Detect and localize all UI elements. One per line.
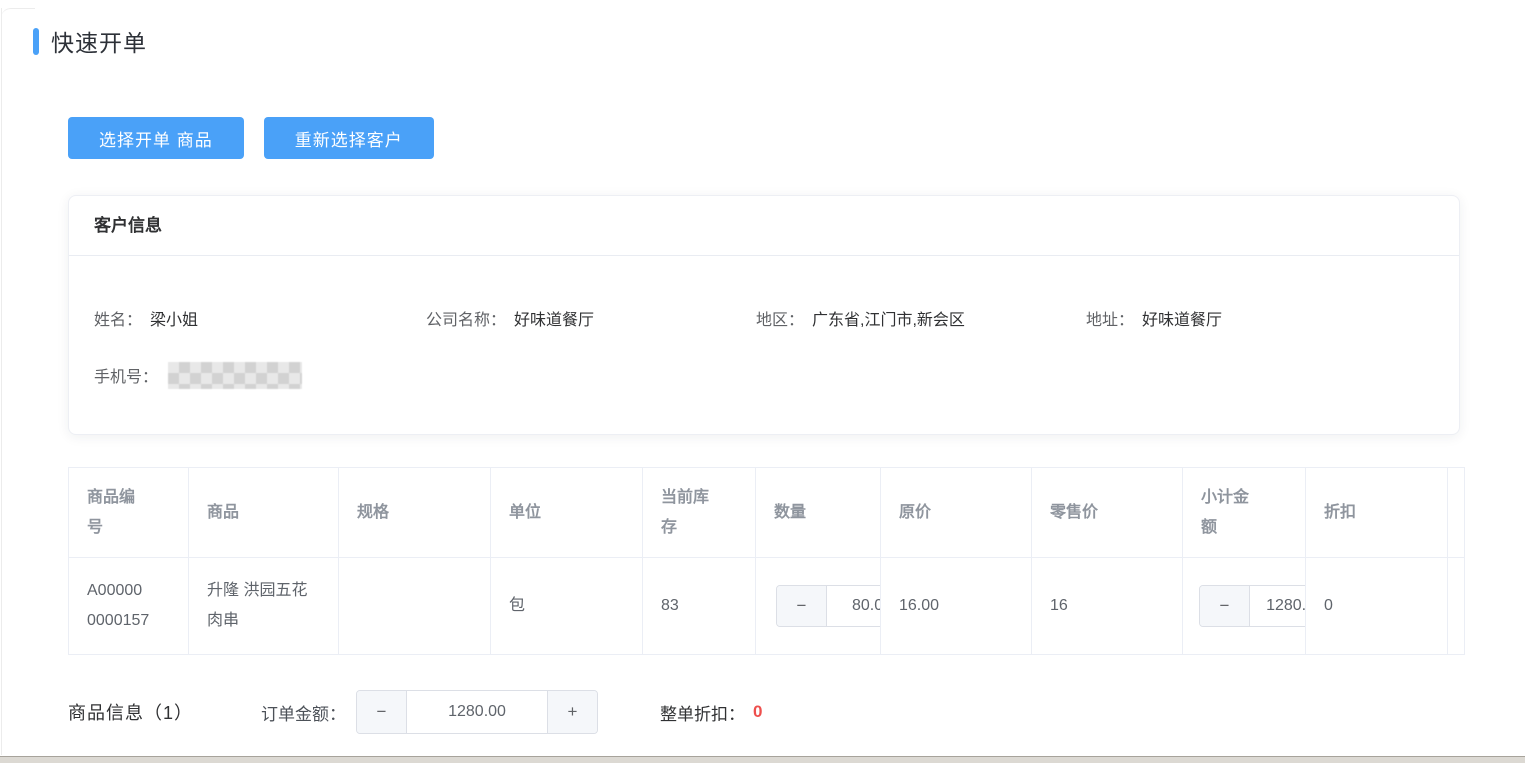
whole-discount-label: 整单折扣： (660, 704, 746, 724)
phone-masked-value (168, 362, 303, 390)
cell-empty (1447, 557, 1465, 655)
customer-fields-row2: 手机号： (94, 362, 1434, 390)
reselect-customer-button[interactable]: 重新选择客户 (263, 117, 434, 159)
page-header: 快速开单 (33, 24, 147, 58)
col-header-spec: 规格 (338, 467, 491, 558)
col-header-stock: 当前库存 (642, 467, 756, 558)
order-summary-bar: 商品信息（1） 订单金额： − + 整单折扣： 0 (68, 688, 762, 736)
cell-product-name: 升隆 洪园五花肉串 (188, 557, 339, 655)
customer-name-label: 姓名： (94, 312, 143, 329)
quantity-stepper-clip: − + (776, 559, 880, 654)
col-header-empty (1447, 467, 1465, 558)
customer-card-body: 姓名： 梁小姐 公司名称： 好味道餐厅 地区： 广东省,江门市,新会区 地址： 好味道餐… (69, 256, 1459, 390)
customer-address-value: 好味道餐厅 (1142, 312, 1223, 329)
subtotal-stepper-clip: − + (1199, 559, 1305, 654)
order-amount-increase-button[interactable]: + (547, 691, 598, 733)
cell-spec (338, 557, 491, 655)
customer-name-value: 梁小姐 (150, 312, 199, 329)
col-header-product-code: 商品编号 (68, 467, 189, 558)
cell-subtotal: − + (1182, 557, 1306, 655)
customer-region-field: 地区： 广东省,江门市,新会区 (756, 306, 1086, 330)
cell-discount: 0 (1305, 557, 1448, 655)
table-header-row: 商品编号 商品 规格 单位 当前库存 数量 原价 零售价 小计金额 折扣 (68, 467, 1465, 558)
customer-address-field: 地址： 好味道餐厅 (1086, 306, 1434, 330)
customer-phone-field: 手机号： (94, 362, 426, 390)
order-amount-stepper: − + (356, 690, 599, 734)
panel-corner-border (1, 8, 35, 20)
customer-card-header: 客户信息 (69, 196, 1459, 256)
items-count-label: 商品信息（1） (68, 703, 194, 723)
customer-card-title: 客户信息 (94, 216, 162, 235)
toolbar: 选择开单 商品 重新选择客户 (68, 117, 434, 159)
subtotal-decrease-button[interactable]: − (1200, 586, 1250, 626)
customer-fields-row1: 姓名： 梁小姐 公司名称： 好味道餐厅 地区： 广东省,江门市,新会区 地址： 好味道餐… (94, 306, 1434, 330)
panel-left-border (1, 8, 2, 755)
col-header-original-price: 原价 (880, 467, 1032, 558)
title-accent-bar (33, 27, 39, 55)
subtotal-stepper: − + (1199, 585, 1305, 627)
col-header-product: 商品 (188, 467, 339, 558)
order-amount-decrease-button[interactable]: − (357, 691, 408, 733)
whole-discount-value: 0 (753, 702, 763, 721)
col-header-discount: 折扣 (1305, 467, 1448, 558)
customer-company-label: 公司名称： (426, 312, 507, 329)
page-title: 快速开单 (51, 30, 147, 56)
customer-company-value: 好味道餐厅 (514, 312, 595, 329)
customer-region-label: 地区： (756, 312, 805, 329)
quantity-decrease-button[interactable]: − (777, 586, 827, 626)
col-header-quantity: 数量 (755, 467, 881, 558)
horizontal-scrollbar-track[interactable] (0, 756, 1525, 763)
cell-retail-price: 16 (1031, 557, 1183, 655)
product-row: A000000000157 升隆 洪园五花肉串 包 83 − + 16.00 1… (68, 557, 1465, 655)
cell-stock: 83 (642, 557, 756, 655)
col-header-retail-price: 零售价 (1031, 467, 1183, 558)
customer-name-field: 姓名： 梁小姐 (94, 306, 426, 330)
quick-order-page: 快速开单 选择开单 商品 重新选择客户 客户信息 姓名： 梁小姐 公司名称： 好味道… (0, 0, 1525, 763)
col-header-subtotal: 小计金额 (1182, 467, 1306, 558)
subtotal-input[interactable] (1250, 586, 1305, 626)
customer-info-card: 客户信息 姓名： 梁小姐 公司名称： 好味道餐厅 地区： 广东省,江门市,新会区 地址… (68, 195, 1460, 435)
col-header-unit: 单位 (490, 467, 643, 558)
cell-quantity: − + (755, 557, 881, 655)
customer-phone-label: 手机号： (94, 369, 159, 386)
customer-region-value: 广东省,江门市,新会区 (812, 312, 965, 329)
cell-original-price: 16.00 (880, 557, 1032, 655)
order-amount-input[interactable] (407, 691, 548, 733)
product-table: 商品编号 商品 规格 单位 当前库存 数量 原价 零售价 小计金额 折扣 A00… (68, 467, 1465, 655)
cell-product-code: A000000000157 (68, 557, 189, 655)
customer-company-field: 公司名称： 好味道餐厅 (426, 306, 756, 330)
customer-address-label: 地址： (1086, 312, 1135, 329)
cell-unit: 包 (490, 557, 643, 655)
order-amount-label: 订单金额： (261, 704, 347, 724)
quantity-input[interactable] (827, 586, 880, 626)
select-product-button[interactable]: 选择开单 商品 (68, 117, 244, 159)
quantity-stepper: − + (776, 585, 880, 627)
